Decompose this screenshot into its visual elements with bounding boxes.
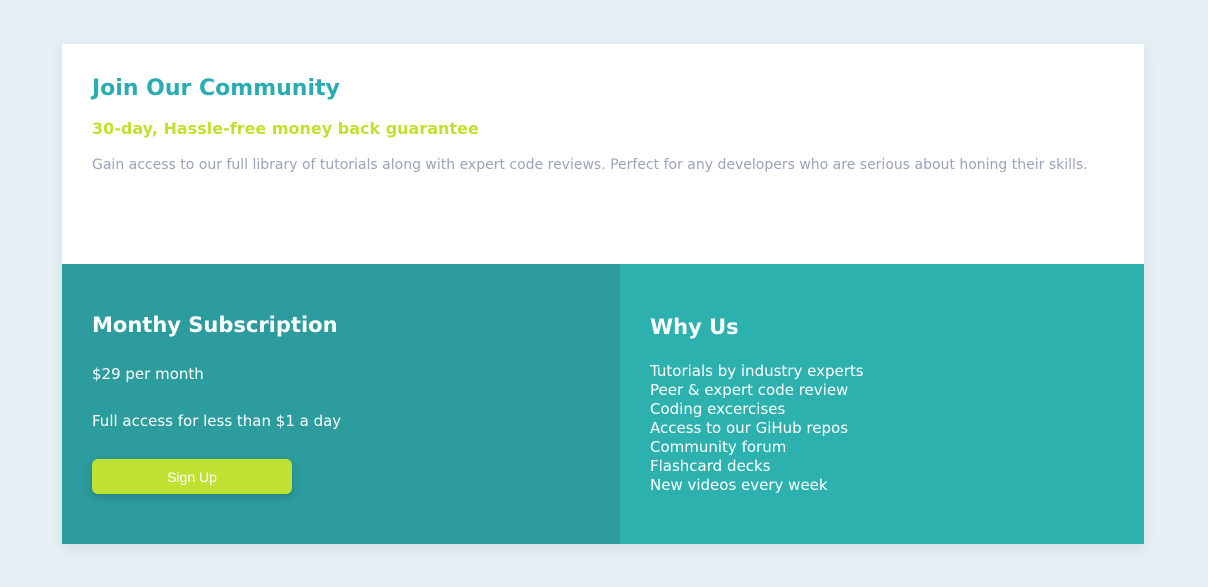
description-text: Gain access to our full library of tutor… bbox=[92, 157, 1088, 173]
list-item: Coding excercises bbox=[650, 400, 786, 418]
details-section: Monthy Subscription $29 per month Full a… bbox=[62, 264, 1144, 544]
subscription-panel: Monthy Subscription $29 per month Full a… bbox=[62, 264, 620, 544]
access-tagline: Full access for less than $1 a day bbox=[92, 412, 342, 430]
subscription-title: Monthy Subscription bbox=[92, 313, 338, 337]
list-item: New videos every week bbox=[650, 476, 828, 494]
why-us-title: Why Us bbox=[650, 315, 739, 339]
list-item: Peer & expert code review bbox=[650, 381, 849, 399]
community-header: Join Our Community 30-day, Hassle-free m… bbox=[62, 44, 1144, 264]
why-us-list: Tutorials by industry experts Peer & exp… bbox=[650, 362, 1114, 495]
list-item: Flashcard decks bbox=[650, 457, 771, 475]
list-item: Tutorials by industry experts bbox=[650, 362, 864, 380]
list-item: Access to our GiHub repos bbox=[650, 419, 849, 437]
guarantee-text: 30-day, Hassle-free money back guarantee bbox=[92, 119, 479, 138]
page-title: Join Our Community bbox=[92, 76, 340, 101]
list-item: Community forum bbox=[650, 438, 787, 456]
price-text: $29 per month bbox=[92, 365, 204, 383]
sign-up-button[interactable]: Sign Up bbox=[92, 459, 292, 494]
pricing-card: Join Our Community 30-day, Hassle-free m… bbox=[62, 44, 1144, 544]
why-us-panel: Why Us Tutorials by industry experts Pee… bbox=[620, 264, 1144, 544]
